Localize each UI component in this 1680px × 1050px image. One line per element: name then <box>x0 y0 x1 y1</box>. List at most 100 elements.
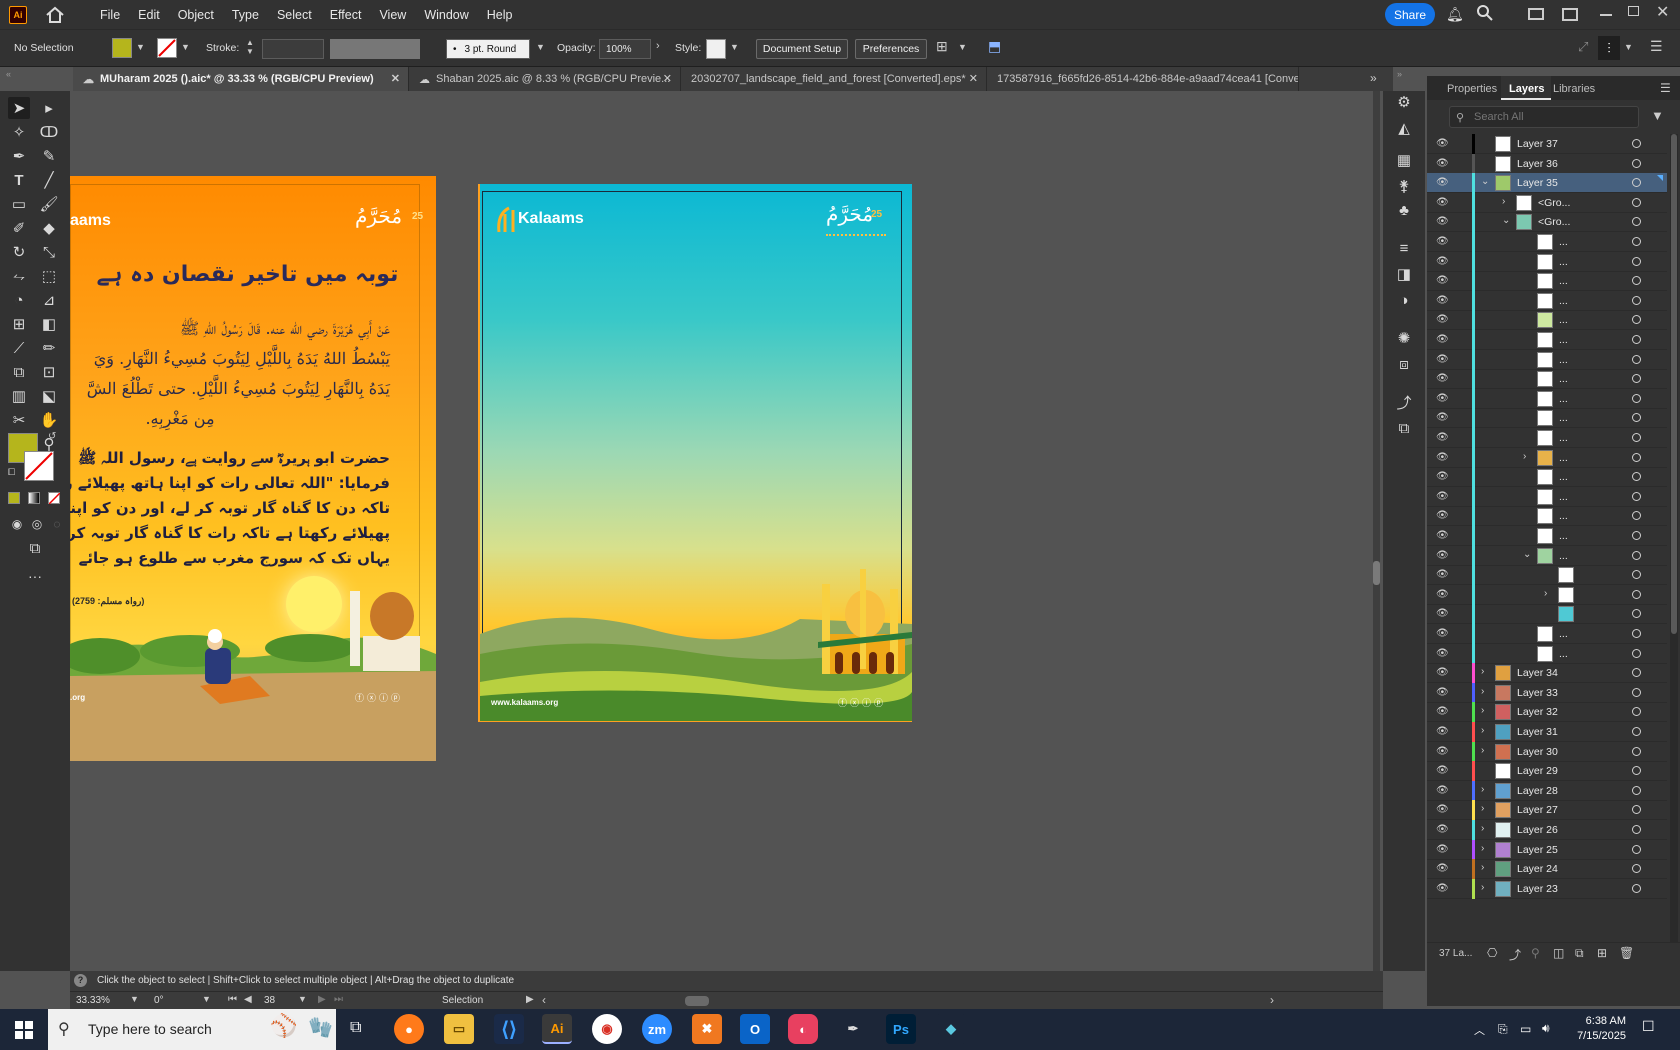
document-setup-button[interactable]: Document Setup <box>756 39 848 59</box>
layer-name[interactable]: Layer 27 <box>1517 804 1558 816</box>
blend-tool-icon[interactable]: ⧉ <box>8 361 30 383</box>
layer-row[interactable]: 👁︎... <box>1427 369 1667 390</box>
layer-row[interactable]: 👁︎... <box>1427 624 1667 644</box>
close-tab-icon[interactable]: ✕ <box>663 72 672 85</box>
target-circle-icon[interactable] <box>1632 256 1641 266</box>
layer-row[interactable]: 👁︎ › Layer 34 <box>1427 663 1667 684</box>
artboard-number[interactable]: 38 <box>264 995 275 1006</box>
chevron-down-icon[interactable]: ▼ <box>136 42 145 52</box>
tab-173587916[interactable]: 173587916_f665fd26-8514-42b6-884e-a9aad7… <box>987 67 1299 91</box>
layer-row[interactable]: 👁︎... <box>1427 290 1667 311</box>
chevron-down-icon[interactable]: ▼ <box>958 42 967 52</box>
stroke-weight-field[interactable] <box>262 39 324 59</box>
target-circle-icon[interactable] <box>1632 825 1641 834</box>
menu-help[interactable]: Help <box>478 8 522 22</box>
visibility-eye-icon[interactable]: 👁︎ <box>1436 608 1449 619</box>
visibility-eye-icon[interactable]: 👁︎ <box>1436 216 1449 227</box>
visibility-eye-icon[interactable]: 👁︎ <box>1436 138 1449 149</box>
canvas-area[interactable]: aams مُحَرَّمُ 25 توبہ میں تاخیر نقصان د… <box>70 91 1380 971</box>
layer-name[interactable]: Layer 34 <box>1517 667 1558 679</box>
target-circle-icon[interactable] <box>1632 433 1641 442</box>
visibility-eye-icon[interactable]: 👁︎ <box>1436 177 1449 188</box>
chevron-down-icon[interactable]: ▼ <box>1624 42 1633 52</box>
layer-name[interactable]: ... <box>1559 550 1568 562</box>
vscode-icon[interactable]: ⟨⟩ <box>494 1014 524 1044</box>
tab-layers[interactable]: Layers <box>1509 83 1544 95</box>
layer-row[interactable]: 👁︎ › Layer 30 <box>1427 741 1667 762</box>
layer-row[interactable]: 👁︎... <box>1427 408 1667 429</box>
draw-normal-icon[interactable]: ◉ <box>6 513 28 535</box>
layer-name[interactable]: ... <box>1559 432 1568 444</box>
visibility-eye-icon[interactable]: 👁︎ <box>1436 687 1449 698</box>
chevron-right-icon[interactable]: › <box>656 40 660 52</box>
layer-row[interactable]: 👁︎... <box>1427 349 1667 370</box>
layer-row[interactable]: 👁︎... <box>1427 232 1667 252</box>
layer-row[interactable]: 👁︎ › Layer 23 <box>1427 878 1667 899</box>
layer-row[interactable]: 👁︎ › <box>1427 584 1667 605</box>
expand-arrow-icon[interactable]: › <box>1481 823 1484 834</box>
target-circle-icon[interactable] <box>1632 178 1641 188</box>
gradient-panel-icon[interactable]: ◨ <box>1393 263 1415 285</box>
default-colors-icon[interactable]: ⧠ <box>8 467 15 478</box>
align-icon[interactable]: ⊞ <box>936 38 948 55</box>
layer-row[interactable]: 👁︎ › Layer 26 <box>1427 820 1667 840</box>
visibility-eye-icon[interactable]: 👁︎ <box>1436 589 1449 600</box>
target-circle-icon[interactable] <box>1632 295 1641 305</box>
expand-arrow-icon[interactable]: › <box>1481 843 1484 854</box>
measure-tool-icon[interactable]: ✏ <box>38 337 60 359</box>
fill-swatch[interactable] <box>112 38 132 58</box>
search-icon[interactable] <box>1476 4 1494 25</box>
layer-row[interactable]: 👁︎... <box>1427 310 1667 331</box>
layer-row[interactable]: 👁︎... <box>1427 526 1667 546</box>
layer-row[interactable]: 👁︎... <box>1427 251 1667 272</box>
layer-row[interactable]: 👁︎ › Layer 27 <box>1427 800 1667 821</box>
layer-name[interactable]: ... <box>1559 491 1568 503</box>
export-icon[interactable]: ⤴ <box>1509 946 1521 963</box>
menu-object[interactable]: Object <box>169 8 223 22</box>
rotation-value[interactable]: 0° <box>154 995 164 1006</box>
target-circle-icon[interactable] <box>1632 746 1641 756</box>
expand-arrow-icon[interactable]: › <box>1481 784 1484 795</box>
visibility-eye-icon[interactable]: 👁︎ <box>1436 804 1449 815</box>
collapse-arrow-icon[interactable]: ⌄ <box>1502 215 1510 226</box>
layer-row[interactable]: 👁︎... <box>1427 467 1667 488</box>
layer-row[interactable]: 👁︎ › Layer 31 <box>1427 722 1667 742</box>
visibility-eye-icon[interactable]: 👁︎ <box>1436 648 1449 659</box>
collapse-panel-icon[interactable]: « <box>6 69 11 79</box>
visibility-eye-icon[interactable]: 👁︎ <box>1436 412 1449 423</box>
zoom-level[interactable]: 33.33% <box>76 995 110 1006</box>
more-tabs-icon[interactable]: » <box>1370 71 1377 85</box>
preferences-button[interactable]: Preferences <box>855 39 927 59</box>
collapse-arrow-icon[interactable]: ⌄ <box>1481 176 1489 187</box>
layer-name[interactable]: ... <box>1559 530 1568 542</box>
tab-shaban[interactable]: ☁ Shaban 2025.aic @ 8.33 % (RGB/CPU Prev… <box>409 67 681 91</box>
chevron-up-icon[interactable]: ︿ <box>1474 1022 1485 1038</box>
outlook-icon[interactable]: O <box>740 1014 770 1044</box>
layer-row[interactable]: 👁︎ ›... <box>1427 447 1667 468</box>
target-circle-icon[interactable] <box>1632 452 1641 462</box>
brushes-panel-icon[interactable]: ⚵ <box>1393 175 1415 197</box>
target-circle-icon[interactable] <box>1632 883 1641 893</box>
layers-scroll-thumb[interactable] <box>1671 134 1677 634</box>
close-tab-icon[interactable]: ✕ <box>969 72 978 85</box>
layer-row[interactable]: 👁︎ › Layer 25 <box>1427 839 1667 860</box>
visibility-eye-icon[interactable]: 👁︎ <box>1436 491 1449 502</box>
direct-selection-tool-icon[interactable]: ▸ <box>38 97 60 119</box>
expand-arrow-icon[interactable]: › <box>1481 686 1484 697</box>
collect-export-icon[interactable]: ⎔ <box>1487 946 1497 960</box>
menu-effect[interactable]: Effect <box>321 8 371 22</box>
target-circle-icon[interactable] <box>1632 805 1641 815</box>
layer-name[interactable]: Layer 31 <box>1517 726 1558 738</box>
visibility-eye-icon[interactable]: 👁︎ <box>1436 844 1449 855</box>
type-tool-icon[interactable]: T <box>8 169 30 191</box>
layer-name[interactable]: Layer 24 <box>1517 863 1558 875</box>
close-tab-icon[interactable]: ✕ <box>391 72 400 85</box>
visibility-eye-icon[interactable]: 👁︎ <box>1436 295 1449 306</box>
draw-inside-icon[interactable]: ◌ <box>46 513 68 535</box>
artboard-kalaams[interactable]: Kalaams مُحَرَّمُ 25 www.kalaams.org ⓕⓧⓘ… <box>478 184 912 722</box>
eyedropper-tool-icon[interactable]: ⟋ <box>8 337 30 359</box>
expand-arrow-icon[interactable]: › <box>1481 705 1484 716</box>
layer-name[interactable]: ... <box>1559 628 1568 640</box>
column-graph-tool-icon[interactable]: ▥ <box>8 385 30 407</box>
arrange-icon[interactable]: ⤢ <box>1578 39 1588 55</box>
